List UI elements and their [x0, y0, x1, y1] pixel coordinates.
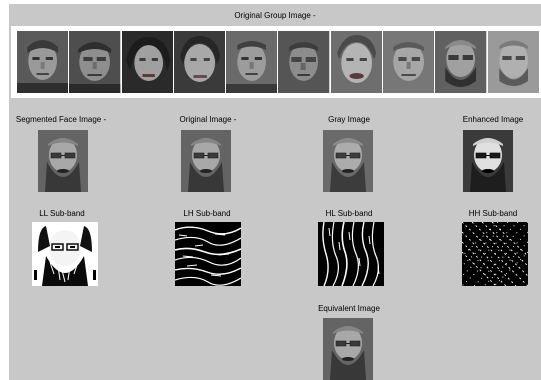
ll-subband-title: LL Sub-band: [39, 209, 85, 218]
hl-noise: [318, 222, 384, 286]
group-face-10: [487, 31, 539, 93]
equivalent-image-title: Equivalent Image: [318, 304, 380, 313]
segmented-face-title: Segmented Face Image -: [15, 115, 107, 124]
original-image: [181, 130, 231, 192]
group-face-2: [69, 31, 121, 93]
lh-subband-image: [175, 222, 241, 286]
group-image-title: Original Group Image -: [234, 11, 316, 20]
equivalent-image: [323, 318, 373, 380]
group-face-5: [226, 31, 278, 93]
group-face-3: [121, 31, 173, 93]
hh-subband-image: [462, 222, 528, 286]
group-face-4: [173, 31, 226, 93]
group-face-7: [330, 31, 383, 93]
group-face-1: [17, 31, 69, 93]
group-face-8: [383, 31, 435, 93]
enhanced-image: [463, 130, 513, 192]
original-image-title: Original Image -: [179, 115, 237, 124]
lh-noise: [175, 222, 241, 286]
hh-subband-title: HH Sub-band: [468, 209, 518, 218]
group-image-frame: [11, 26, 541, 98]
gray-image-title: Gray Image: [328, 115, 370, 124]
segmented-face-image: [38, 130, 88, 192]
group-image-strip: [17, 31, 539, 93]
ll-subband-image: [32, 222, 98, 286]
hl-subband-image: [318, 222, 384, 286]
hl-subband-title: HL Sub-band: [325, 209, 373, 218]
gray-image: [323, 130, 373, 192]
figure-window: Original Group Image - Segmented Face Im…: [9, 4, 541, 380]
hh-noise: [462, 222, 528, 286]
enhanced-image-title: Enhanced Image: [462, 115, 524, 124]
lh-subband-title: LH Sub-band: [183, 209, 231, 218]
group-face-6: [278, 31, 330, 93]
group-face-9: [435, 31, 487, 93]
